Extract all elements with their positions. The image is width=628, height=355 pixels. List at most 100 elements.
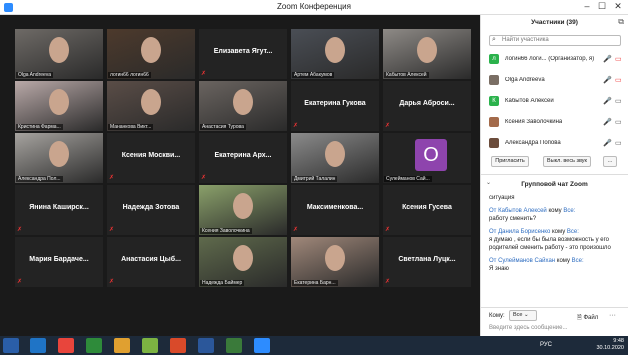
search-placeholder: Найти участника [502, 37, 549, 43]
participant-name: Екатерина Арх... [214, 152, 272, 159]
chat-sender: От Кабытов Алексей [489, 208, 549, 214]
folder-icon[interactable] [114, 338, 130, 353]
chat-message-header: От Сулейманов Сайхан кому Все: [489, 257, 623, 265]
camera-icon[interactable]: ▭ [615, 97, 622, 105]
chat-message-input[interactable]: Введите здесь сообщение... [489, 325, 568, 331]
participant-tile[interactable]: O Сулейманов Сай... [383, 133, 471, 183]
participant-name-label: Ксения Заволочкина [200, 228, 252, 234]
more-button[interactable]: ... [603, 156, 617, 167]
participant-tile[interactable]: Анастасия Цыб... ✗ [107, 237, 195, 287]
participant-tile[interactable]: Екатерина Арх... ✗ [199, 133, 287, 183]
participant-tile[interactable]: Мария Бардаче... ✗ [15, 237, 103, 287]
camera-icon[interactable]: ▭ [615, 55, 622, 63]
participant-face [141, 89, 161, 115]
participant-tile[interactable]: Надежда Зотова ✗ [107, 185, 195, 235]
participant-tile[interactable]: Ксения Гусева ✗ [383, 185, 471, 235]
participant-tile[interactable]: Ксения Заволочкина [199, 185, 287, 235]
participant-row[interactable]: Александра Попова 🎤 ▭ [485, 136, 625, 151]
panel-popout-icon[interactable]: ⧉ [618, 17, 624, 27]
windows-taskbar: РУС 9:48 30.10.2020 [0, 336, 628, 355]
more-options-icon[interactable]: ··· [609, 312, 616, 319]
muted-mic-icon[interactable]: 🎤 [603, 97, 612, 105]
participant-tile[interactable]: Екатерина Барн... [291, 237, 379, 287]
participant-tile[interactable]: Ксения Москви... ✗ [107, 133, 195, 183]
chrome-icon[interactable] [58, 338, 74, 353]
participant-tile[interactable]: Александра Пол... [15, 133, 103, 183]
participant-avatar: O [415, 139, 447, 171]
participant-row[interactable]: Olga Andreeva 🎤 ▭ [485, 73, 625, 88]
muted-mic-icon[interactable]: 🎤 [603, 139, 612, 147]
camera-icon[interactable]: ▭ [615, 76, 622, 84]
participant-face [233, 89, 253, 115]
language-indicator[interactable]: РУС [540, 342, 552, 348]
participant-face [417, 37, 437, 63]
participant-name: Екатерина Гукова [304, 100, 366, 107]
participant-search-input[interactable]: ⌕ Найти участника [489, 35, 621, 46]
maximize-icon[interactable]: ☐ [595, 1, 609, 12]
participant-face [233, 245, 253, 271]
mute-all-button[interactable]: Выкл. весь звук [543, 156, 591, 167]
participant-tile[interactable]: Кабытов Алексей [383, 29, 471, 79]
excel-icon[interactable] [86, 338, 102, 353]
muted-mic-icon[interactable]: 🎤 [603, 55, 612, 63]
participant-tile[interactable]: Анастасия Турова [199, 81, 287, 131]
participant-row[interactable]: Ксения Заволочкина 🎤 ▭ [485, 115, 625, 130]
video-gallery: Olga Andreeva логин66 логин66 Елизавета Яг… [0, 15, 480, 336]
side-panel: Участники (39) ⧉ ⌕ Найти участника л логи… [480, 15, 628, 336]
muted-mic-icon: ✗ [385, 123, 391, 129]
yandex-icon[interactable] [170, 338, 186, 353]
participant-tile[interactable]: логин66 логин66 [107, 29, 195, 79]
chat-text: я думаю , если бы была возможность у его… [489, 237, 611, 251]
muted-mic-icon: ✗ [385, 227, 391, 233]
clock-date: 30.10.2020 [596, 345, 624, 351]
invite-button[interactable]: Пригласить [491, 156, 529, 167]
muted-mic-icon: ✗ [17, 279, 23, 285]
chat-text: работу сменить? [489, 216, 537, 222]
participant-tile[interactable]: Максименкова... ✗ [291, 185, 379, 235]
muted-mic-icon[interactable]: 🎤 [603, 76, 612, 84]
participant-row[interactable]: К Кабытов Алексей 🎤 ▭ [485, 94, 625, 109]
ie-icon[interactable] [30, 338, 46, 353]
participant-tile[interactable]: Olga Andreeva [15, 29, 103, 79]
muted-mic-icon: ✗ [109, 175, 115, 181]
participant-name-label: Olga Andreeva [16, 72, 54, 78]
recipient-select[interactable]: Все ⌄ [509, 310, 537, 321]
chat-to-word: кому [551, 229, 567, 235]
participant-tile[interactable]: Дмитрий Талалин [291, 133, 379, 183]
participant-name-label: Анастасия Турова [200, 124, 246, 130]
participant-name-label: логин66 логин66 [108, 72, 151, 78]
chat-recipient: Все: [563, 208, 576, 214]
participant-name-label: Александра Пол... [16, 176, 63, 182]
close-icon[interactable]: ✕ [611, 1, 625, 12]
file-button[interactable]: 🗎 Файл [577, 313, 598, 323]
excel-icon-2[interactable] [226, 338, 242, 353]
participant-name: Анастасия Цыб... [121, 256, 181, 263]
start-button-icon[interactable] [3, 338, 19, 353]
participant-tile[interactable]: Кристина Фарма... [15, 81, 103, 131]
participant-tile[interactable]: Екатерина Гукова ✗ [291, 81, 379, 131]
participant-tile[interactable]: Светлана Луцк... ✗ [383, 237, 471, 287]
participant-face [49, 37, 69, 63]
clock[interactable]: 9:48 30.10.2020 [596, 338, 624, 352]
zoom-taskbar-icon[interactable] [254, 338, 270, 353]
participant-name: Дарья Аброси... [399, 100, 455, 107]
minimize-icon[interactable]: – [580, 1, 594, 11]
participant-face [141, 37, 161, 63]
participant-row[interactable]: л логин66 логи... (Организатор, я) 🎤 ▭ [485, 52, 625, 67]
participant-tile[interactable]: Янина Каширск... ✗ [15, 185, 103, 235]
word-icon[interactable] [198, 338, 214, 353]
participant-name-label: Артем Абакумов [292, 72, 335, 78]
participant-tile[interactable]: Надежда Баймер [199, 237, 287, 287]
app-icon[interactable] [142, 338, 158, 353]
participant-tile[interactable]: Дарья Аброси... ✗ [383, 81, 471, 131]
camera-icon[interactable]: ▭ [615, 118, 622, 126]
chat-sender: От Данила Борисенко [489, 229, 552, 235]
participant-tile[interactable]: Елизавета Ягут... ✗ [199, 29, 287, 79]
participant-name-label: Дмитрий Талалин [292, 176, 338, 182]
camera-icon[interactable]: ▭ [615, 139, 622, 147]
chat-message-header: От Кабытов Алексей кому Все: [489, 207, 623, 215]
participant-name: Ксения Заволочкина [505, 119, 563, 125]
participant-tile[interactable]: Артем Абакумов [291, 29, 379, 79]
participant-tile[interactable]: Мананкова Викт... [107, 81, 195, 131]
muted-mic-icon[interactable]: 🎤 [603, 118, 612, 126]
